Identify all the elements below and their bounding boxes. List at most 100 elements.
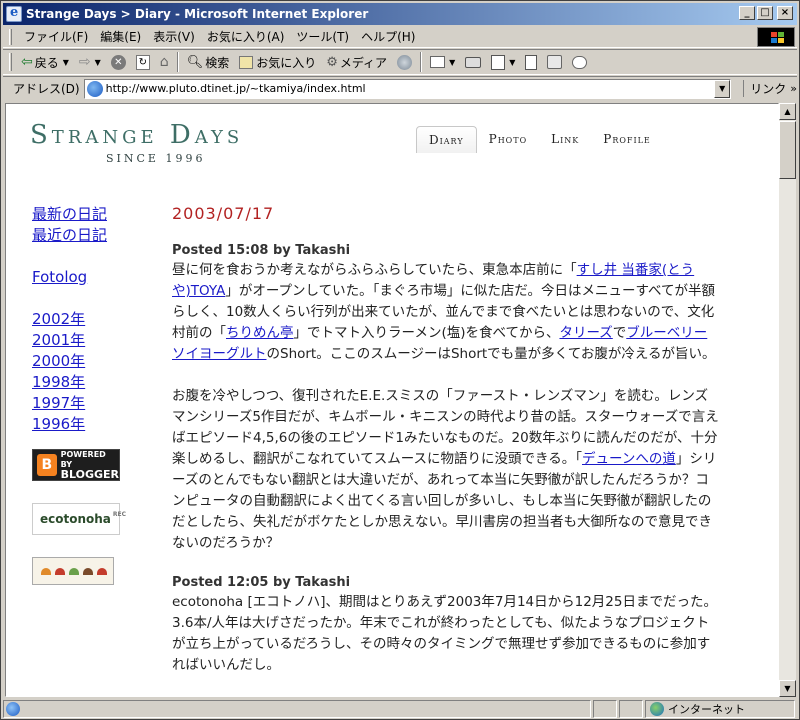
vertical-scrollbar[interactable]: ▲ ▼ (779, 103, 796, 697)
forward-arrow-icon: ⇨ (78, 54, 91, 70)
menu-favorites[interactable]: お気に入り(A) (201, 28, 291, 45)
sidebar-link-latest[interactable]: 最新の日記 (32, 204, 142, 225)
sidebar-year-1997[interactable]: 1997年 (32, 393, 142, 414)
blogger-line2: BLOGGER (60, 467, 119, 481)
stop-icon: ✕ (110, 54, 126, 70)
badge-mark-3 (69, 568, 79, 575)
status-zone-label: インターネット (668, 703, 745, 716)
toolbar-grip (9, 53, 12, 71)
edit-button[interactable]: ▼ (486, 51, 520, 73)
link-tullys[interactable]: タリーズ (559, 325, 612, 341)
search-button[interactable]: 🔍︎ 検索 (182, 51, 235, 73)
page-viewport: Strange Days SINCE 1996 Diary Photo Link… (5, 103, 779, 697)
entry-1-posted: Posted 15:08 by Takashi (172, 243, 351, 258)
menu-view[interactable]: 表示(V) (147, 28, 201, 45)
address-url[interactable]: http://www.pluto.dtinet.jp/~tkamiya/inde… (106, 82, 366, 95)
history-button[interactable] (392, 51, 417, 73)
toolbar-separator (176, 52, 179, 72)
diary-main: 2003/07/17 Posted 15:08 by Takashi 昼に何を食… (172, 204, 720, 676)
ie-icon (6, 5, 22, 22)
status-main (3, 700, 591, 718)
color-badge[interactable] (32, 557, 114, 585)
text: で (612, 325, 627, 341)
ecotonoha-rec: REC (112, 510, 127, 518)
refresh-icon: ↻ (135, 54, 150, 70)
entry-2: Posted 12:05 by Takashi ecotonoha [エコトノハ… (172, 575, 720, 676)
nav-diary[interactable]: Diary (416, 126, 477, 153)
text: 昼に何を食おうか考えながらふらふらしていたら、東急本店前に「 (172, 262, 577, 278)
blogger-line1: POWERED BY (60, 449, 106, 469)
sidebar-link-fotolog[interactable]: Fotolog (32, 267, 142, 288)
history-icon (397, 54, 413, 70)
blogger-text: POWERED BY BLOGGER (61, 450, 119, 481)
address-dropdown-icon[interactable]: ▼ (714, 79, 731, 98)
status-page-icon (6, 702, 20, 716)
links-chevron-icon[interactable]: » (790, 82, 797, 95)
title-bar: Strange Days > Diary - Microsoft Interne… (3, 3, 797, 25)
menu-file[interactable]: ファイル(F) (18, 28, 94, 45)
mail-icon (430, 56, 446, 68)
entry-2-posted: Posted 12:05 by Takashi (172, 575, 351, 590)
maximize-button[interactable]: □ (757, 6, 773, 20)
sidebar-year-2001[interactable]: 2001年 (32, 330, 142, 351)
entry-date: 2003/07/17 (172, 204, 275, 223)
mail-button[interactable]: ▼ (425, 51, 460, 73)
sidebar-year-2002[interactable]: 2002年 (32, 309, 142, 330)
scroll-thumb[interactable] (779, 121, 796, 179)
sidebar: 最新の日記 最近の日記 Fotolog 2002年 2001年 2000年 19… (32, 204, 142, 585)
nav-link[interactable]: Link (539, 126, 591, 153)
menu-grip (9, 28, 12, 45)
address-bar: アドレス(D) http://www.pluto.dtinet.jp/~tkam… (3, 76, 797, 100)
sidebar-year-1998[interactable]: 1998年 (32, 372, 142, 393)
site-logo[interactable]: Strange Days SINCE 1996 (30, 120, 290, 165)
nav-profile[interactable]: Profile (591, 126, 663, 153)
entry-1-para-1: 昼に何を食おうか考えながらふらふらしていたら、東急本店前に「すし井 当番家(とう… (172, 260, 720, 365)
back-dropdown-icon[interactable]: ▼ (63, 58, 69, 67)
menu-help[interactable]: ヘルプ(H) (355, 28, 421, 45)
messenger-button[interactable] (567, 51, 592, 73)
ecotonoha-badge[interactable]: ecotonoha REC (32, 503, 126, 535)
minimize-button[interactable]: _ (739, 6, 755, 20)
links-button[interactable]: リンク (743, 80, 786, 97)
menu-bar: ファイル(F) 編集(E) 表示(V) お気に入り(A) ツール(T) ヘルプ(… (3, 26, 797, 48)
close-button[interactable]: × (777, 6, 793, 20)
link-road-to-dune[interactable]: デューンへの道 (582, 451, 676, 467)
refresh-button[interactable]: ↻ (131, 51, 155, 73)
ecotonoha-text: ecotonoha (40, 511, 111, 526)
link-chirimentei[interactable]: ちりめん亭 (226, 325, 294, 341)
text: のShort。ここのスムージーはShortでも量が多くてお腹が冷えるが旨い。 (266, 346, 716, 362)
mail-dropdown-icon[interactable]: ▼ (449, 58, 455, 67)
research-button[interactable] (542, 51, 567, 73)
media-icon: ⚙ (326, 54, 338, 70)
forward-button[interactable]: ⇨ ▼ (74, 51, 106, 73)
scroll-up-button[interactable]: ▲ (779, 103, 796, 120)
scroll-down-button[interactable]: ▼ (779, 680, 796, 697)
entry-1-para-2: お腹を冷やしつつ、復刊されたE.E.スミスの「ファースト・レンズマン」を読む。レ… (172, 386, 720, 554)
home-button[interactable]: ⌂ (155, 51, 174, 73)
media-button[interactable]: ⚙ メディア (321, 51, 392, 73)
research-icon (547, 55, 563, 69)
menu-tools[interactable]: ツール(T) (290, 28, 355, 45)
address-label: アドレス(D) (13, 82, 80, 96)
stop-button[interactable]: ✕ (106, 51, 131, 73)
discuss-button[interactable] (520, 51, 542, 73)
logo-since: SINCE 1996 (106, 152, 206, 165)
back-button[interactable]: ⇦ 戻る ▼ (16, 51, 74, 73)
blogger-badge[interactable]: B POWERED BY BLOGGER (32, 449, 120, 481)
nav-photo[interactable]: Photo (477, 126, 540, 153)
menu-edit[interactable]: 編集(E) (94, 28, 147, 45)
sidebar-gap-2 (32, 288, 142, 309)
sidebar-year-1996[interactable]: 1996年 (32, 414, 142, 435)
site-nav: Diary Photo Link Profile (416, 126, 663, 153)
sidebar-year-2000[interactable]: 2000年 (32, 351, 142, 372)
messenger-icon (572, 55, 588, 69)
discuss-icon (525, 54, 538, 70)
sidebar-link-recent[interactable]: 最近の日記 (32, 225, 142, 246)
edit-dropdown-icon[interactable]: ▼ (509, 58, 515, 67)
windows-logo-icon (757, 27, 795, 47)
forward-dropdown-icon[interactable]: ▼ (95, 58, 101, 67)
print-button[interactable] (460, 51, 486, 73)
favorites-button[interactable]: お気に入り (234, 51, 321, 73)
address-input[interactable]: http://www.pluto.dtinet.jp/~tkamiya/inde… (83, 78, 732, 99)
logo-text: Strange Days (30, 120, 244, 150)
